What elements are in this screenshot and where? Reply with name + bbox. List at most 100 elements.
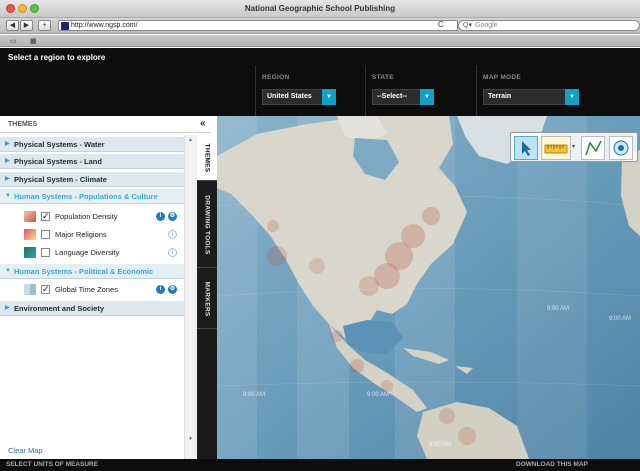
sidebar-scrollbar[interactable]: ▲ ▼ (184, 135, 197, 460)
chevron-down-icon[interactable]: ▾ (572, 143, 575, 150)
layer-label: Global Time Zones (55, 285, 118, 294)
density-cluster (267, 246, 287, 266)
search-placeholder: Google (475, 22, 498, 29)
density-cluster (458, 427, 476, 445)
collapse-panel-icon[interactable]: « (200, 118, 206, 129)
category-physical-land[interactable]: ▶ Physical Systems - Land (0, 154, 184, 169)
state-select[interactable]: --Select-- ▼ (372, 89, 434, 105)
info-icon[interactable]: i (156, 285, 165, 294)
screen: National Geographic School Publishing ◀ … (0, 0, 640, 471)
layer-major-religions: Major Religions i (0, 226, 184, 243)
expand-triangle-icon: ▼ (5, 193, 11, 199)
drawing-toolbar: ▾ (510, 132, 638, 162)
category-label: Physical System - Climate (14, 175, 107, 184)
expand-triangle-icon: ▶ (5, 176, 10, 182)
themes-heading: THEMES (8, 121, 38, 128)
expand-triangle-icon: ▶ (5, 158, 10, 164)
category-human-populations[interactable]: ▼ Human Systems - Populations & Culture (0, 189, 184, 204)
map-canvas[interactable]: 8:00 AM 9:00 AM 8:00 AM 9:00 AM 9:00 AM (217, 116, 640, 459)
category-label: Physical Systems - Land (14, 157, 102, 166)
layer-thumbnail (24, 247, 36, 258)
map-mode-label: MAP MODE (483, 74, 522, 81)
time-zone-label: 9:00 AM (367, 392, 390, 398)
settings-icon[interactable]: ⚙ (168, 212, 177, 221)
select-tool-button[interactable] (514, 136, 538, 160)
themes-panel: THEMES « ▶ Physical Systems - Water ▶ Ph… (0, 116, 210, 459)
top-sites-icon[interactable]: ▦ (30, 37, 37, 45)
app-footer: SELECT UNITS OF MEASURE DOWNLOAD THIS MA… (0, 459, 640, 471)
tab-label: DRAWING TOOLS (203, 194, 211, 255)
bookmarks-bar: ▭ ▦ (0, 35, 640, 47)
download-map-link[interactable]: DOWNLOAD THIS MAP (516, 459, 588, 471)
density-cluster (422, 207, 440, 225)
layer-population-density: ✓ Population Density i ⚙ (0, 208, 184, 225)
map-mode-value: Terrain (488, 93, 512, 100)
map-mode-select[interactable]: Terrain ▼ (483, 89, 579, 105)
time-zone-label: 8:00 AM (243, 392, 266, 398)
divider (476, 65, 477, 116)
category-environment-society[interactable]: ▶ Environment and Society (0, 301, 184, 316)
layer-label: Population Density (55, 212, 118, 221)
forward-arrow-icon: ▶ (23, 22, 30, 29)
point-tool-button[interactable] (609, 136, 633, 160)
time-zone-label: 9:00 AM (609, 316, 632, 322)
tab-markers[interactable]: MARKERS (197, 269, 217, 329)
scroll-up-icon[interactable]: ▲ (188, 137, 193, 143)
layer-label: Major Religions (55, 230, 107, 239)
layer-thumbnail (24, 211, 36, 222)
info-icon[interactable]: i (168, 230, 177, 239)
favicon-icon (61, 22, 69, 30)
tab-themes[interactable]: THEMES (197, 135, 217, 181)
layer-checkbox[interactable] (41, 248, 50, 257)
layer-checkbox[interactable] (41, 230, 50, 239)
settings-icon[interactable]: ⚙ (168, 285, 177, 294)
layer-thumbnail (24, 284, 36, 295)
reload-icon[interactable]: C (438, 20, 444, 29)
region-select[interactable]: United States ▼ (262, 89, 336, 105)
app-header: Select a region to explore REGION United… (0, 48, 640, 116)
window-title: National Geographic School Publishing (244, 4, 396, 13)
target-icon (613, 140, 629, 156)
measure-tool-button[interactable] (541, 136, 571, 160)
polyline-icon (585, 140, 602, 156)
reading-list-icon[interactable]: ▭ (10, 37, 17, 45)
search-input[interactable]: Q▾ Google (458, 20, 640, 31)
scroll-down-icon[interactable]: ▼ (188, 436, 193, 442)
search-icon: Q▾ (463, 22, 472, 29)
divider (365, 65, 366, 116)
back-arrow-icon: ◀ (9, 22, 16, 29)
arrow-pointer-icon (522, 141, 531, 156)
chevron-down-icon: ▼ (565, 89, 579, 105)
info-icon[interactable]: i (156, 212, 165, 221)
category-physical-water[interactable]: ▶ Physical Systems - Water (0, 137, 184, 152)
density-cluster (359, 276, 379, 296)
plus-icon: + (42, 22, 47, 29)
category-physical-climate[interactable]: ▶ Physical System - Climate (0, 172, 184, 187)
layer-checkbox[interactable]: ✓ (41, 212, 50, 221)
line-tool-button[interactable] (581, 136, 605, 160)
layer-language-diversity: Language Diversity i (0, 244, 184, 261)
category-label: Environment and Society (14, 304, 105, 313)
clear-map-link[interactable]: Clear Map (8, 446, 43, 455)
back-button[interactable]: ◀ (6, 20, 19, 31)
forward-button[interactable]: ▶ (20, 20, 33, 31)
density-cluster (267, 220, 279, 232)
page-title: Select a region to explore (8, 53, 106, 62)
browser-toolbar: ◀ ▶ + http://www.ngsp.com/ C Q▾ Google (0, 18, 640, 34)
density-cluster (381, 380, 393, 392)
tab-label: THEMES (203, 143, 211, 172)
add-bookmark-button[interactable]: + (38, 20, 51, 31)
region-label: REGION (262, 74, 290, 81)
address-bar[interactable]: http://www.ngsp.com/ (58, 20, 458, 31)
divider (255, 65, 256, 116)
time-zone-label: 9:00 AM (429, 442, 452, 448)
layer-checkbox[interactable]: ✓ (41, 285, 50, 294)
map-graphic (217, 116, 640, 459)
region-value: United States (267, 93, 312, 100)
category-label: Human Systems - Populations & Culture (14, 192, 158, 201)
expand-triangle-icon: ▶ (5, 141, 10, 147)
info-icon[interactable]: i (168, 248, 177, 257)
tab-drawing-tools[interactable]: DRAWING TOOLS (197, 182, 217, 268)
units-of-measure-link[interactable]: SELECT UNITS OF MEASURE (6, 459, 98, 471)
category-human-political[interactable]: ▼ Human Systems - Political & Economic (0, 264, 184, 279)
